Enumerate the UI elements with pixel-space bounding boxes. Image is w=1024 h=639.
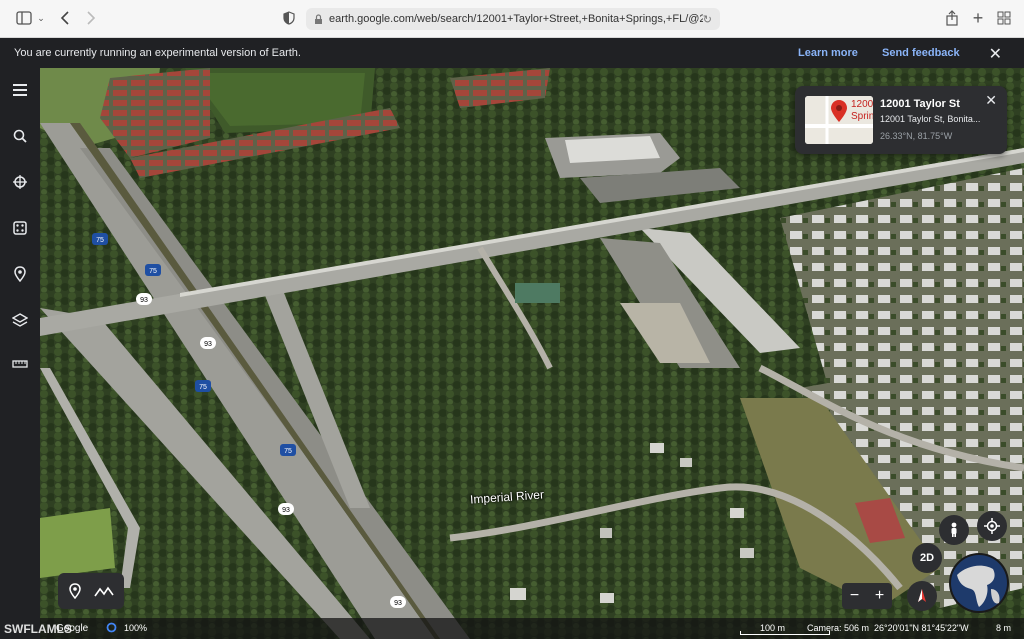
- shield-label: 75: [284, 448, 292, 455]
- place-title: 12001 Taylor St: [880, 98, 960, 110]
- place-info-card[interactable]: 1200 Sprin 12001 Taylor St 12001 Taylor …: [795, 86, 1007, 154]
- shield-icon[interactable]: [282, 8, 296, 28]
- lock-icon: [315, 13, 322, 24]
- shield-label: 93: [394, 600, 402, 607]
- experimental-banner: You are currently running an experimenta…: [0, 38, 1024, 68]
- shield-label: 75: [199, 384, 207, 391]
- forward-icon[interactable]: [84, 8, 98, 28]
- voyager-icon[interactable]: [8, 170, 32, 194]
- globe-icon[interactable]: [949, 553, 1009, 613]
- learn-more-link[interactable]: Learn more: [798, 47, 858, 59]
- draw-path-icon[interactable]: [94, 585, 114, 603]
- left-rail: [0, 68, 40, 639]
- zoom-controls: − +: [842, 583, 892, 609]
- shield-label: 75: [96, 237, 104, 244]
- sidebar-toggle-icon[interactable]: [12, 8, 36, 28]
- loading-percent: 100%: [124, 623, 148, 633]
- place-address: 12001 Taylor St, Bonita...: [880, 114, 981, 124]
- thumb-text: 1200: [851, 99, 873, 110]
- url-field[interactable]: earth.google.com/web/search/12001+Taylor…: [306, 8, 720, 30]
- place-coords: 26.33°N, 81.75°W: [880, 131, 953, 141]
- map-tools-panel: [58, 573, 124, 609]
- dice-icon[interactable]: [8, 216, 32, 240]
- compass-icon[interactable]: [907, 581, 937, 611]
- shield-label: 75: [149, 268, 157, 275]
- close-icon[interactable]: ✕: [985, 92, 997, 109]
- loading-ring-icon: [106, 622, 117, 635]
- mls-watermark: SWFLAMLS: [4, 622, 72, 636]
- menu-icon[interactable]: [8, 78, 32, 102]
- reload-icon[interactable]: ↻: [703, 13, 712, 26]
- share-icon[interactable]: [944, 8, 960, 28]
- banner-message: You are currently running an experimenta…: [14, 47, 301, 59]
- shield-label: 93: [204, 341, 212, 348]
- projects-pin-icon[interactable]: [8, 262, 32, 286]
- pegman-icon[interactable]: [939, 515, 969, 545]
- zoom-in-icon[interactable]: +: [875, 587, 884, 605]
- ruler-icon[interactable]: [8, 352, 32, 376]
- cursor-coordinates: 26°20'01"N 81°45'22"W: [874, 623, 969, 633]
- thumb-text: Sprin: [851, 111, 873, 122]
- url-text: earth.google.com/web/search/12001+Taylor…: [329, 13, 703, 25]
- camera-altitude: Camera: 506 m: [807, 623, 870, 633]
- my-location-icon[interactable]: [977, 511, 1007, 541]
- status-bar: Google 100% 100 m Camera: 506 m 26°20'01…: [40, 618, 1024, 639]
- browser-toolbar: ⌄ earth.google.com/web/search/12001+Tayl…: [0, 0, 1024, 38]
- tab-overview-icon[interactable]: [996, 8, 1012, 28]
- search-icon[interactable]: [8, 124, 32, 148]
- chevron-down-icon[interactable]: ⌄: [36, 8, 46, 28]
- shield-label: 93: [282, 507, 290, 514]
- new-tab-icon[interactable]: +: [970, 8, 986, 28]
- close-banner-icon[interactable]: ✕: [989, 44, 1002, 64]
- view-mode-2d-button[interactable]: 2D: [912, 543, 942, 573]
- layers-icon[interactable]: [8, 308, 32, 332]
- elevation: 8 m: [996, 623, 1012, 633]
- send-feedback-link[interactable]: Send feedback: [882, 47, 960, 59]
- add-placemark-icon[interactable]: [69, 583, 81, 604]
- shield-label: 93: [140, 297, 148, 304]
- place-thumbnail: 1200 Sprin: [805, 96, 873, 144]
- zoom-out-icon[interactable]: −: [850, 587, 859, 605]
- back-icon[interactable]: [58, 8, 72, 28]
